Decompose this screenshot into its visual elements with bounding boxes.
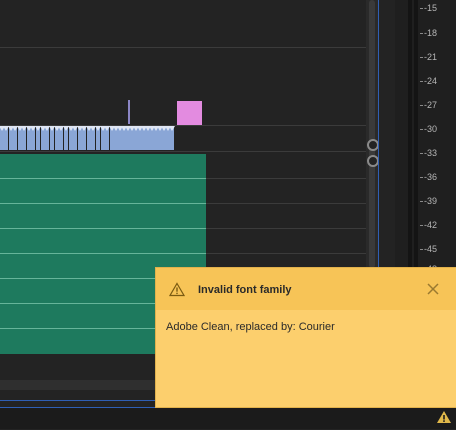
status-bar [0, 407, 456, 429]
toast-title: Invalid font family [198, 284, 292, 296]
meter-tick: -27 [419, 100, 438, 110]
meter-tick: -42 [419, 220, 438, 230]
audio-meter-channel-left [408, 0, 412, 268]
audio-meter-channel-right [414, 0, 418, 268]
video-clip-strip[interactable] [0, 126, 177, 150]
meter-tick: -24 [419, 76, 438, 86]
audio-channel-divider [0, 203, 206, 204]
meter-tick: -36 [419, 172, 438, 182]
track-divider [0, 47, 366, 48]
meter-tick: -21 [419, 52, 438, 62]
meter-tick: -39 [419, 196, 438, 206]
audio-channel-divider [0, 253, 206, 254]
meter-tick: -30 [419, 124, 438, 134]
meter-tick: -18 [419, 28, 438, 38]
meter-tick: -33 [419, 148, 438, 158]
graphic-clip[interactable] [177, 101, 202, 125]
audio-channel-divider [0, 228, 206, 229]
panel-focus-border [378, 0, 379, 268]
toast-message: Adobe Clean, replaced by: Courier [166, 321, 335, 333]
vertical-scrollbar-thumb[interactable] [369, 0, 375, 268]
meter-tick: -45 [419, 244, 438, 254]
marker[interactable] [128, 100, 130, 124]
warning-icon[interactable] [436, 409, 452, 425]
close-icon[interactable] [424, 280, 442, 298]
warning-icon [168, 282, 186, 297]
meter-tick: -15 [419, 3, 438, 13]
notification-toast[interactable]: Invalid font family Adobe Clean, replace… [156, 268, 456, 407]
clip-edge [169, 126, 175, 131]
audio-channel-divider [0, 178, 206, 179]
track-divider [0, 151, 366, 152]
